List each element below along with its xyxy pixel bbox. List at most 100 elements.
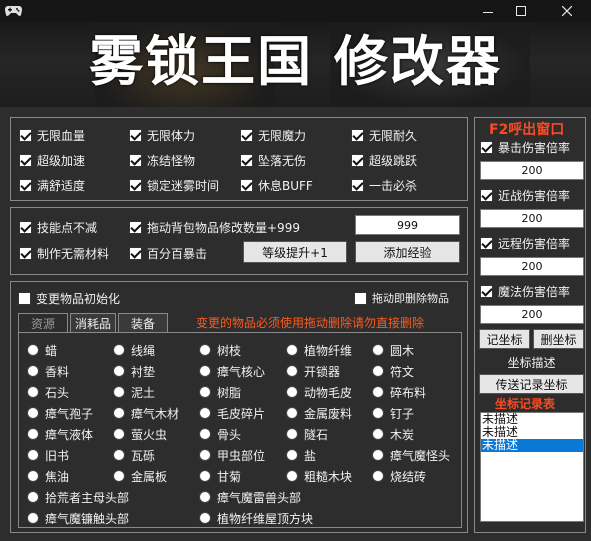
item-radio[interactable]: 甘菊 bbox=[199, 468, 241, 484]
cheat-checkbox[interactable]: 坠落无伤 bbox=[240, 152, 306, 168]
radio-button[interactable] bbox=[113, 407, 125, 419]
cheat-checkbox[interactable]: 休息BUFF bbox=[240, 177, 313, 193]
radio-button[interactable] bbox=[27, 449, 39, 461]
radio-button[interactable] bbox=[199, 470, 211, 482]
radio-button[interactable] bbox=[199, 512, 211, 524]
item-radio[interactable]: 萤火虫 bbox=[113, 426, 167, 442]
checkbox-box[interactable] bbox=[480, 188, 493, 202]
checkbox-box[interactable] bbox=[19, 153, 32, 167]
item-radio[interactable]: 木炭 bbox=[372, 426, 414, 442]
teleport-button[interactable]: 传送记录坐标 bbox=[479, 374, 584, 394]
radio-button[interactable] bbox=[27, 386, 39, 398]
item-radio[interactable]: 金属板 bbox=[113, 468, 167, 484]
item-init-checkbox[interactable]: 变更物品初始化 bbox=[18, 290, 120, 306]
record-coord-button[interactable]: 记坐标 bbox=[479, 329, 530, 349]
item-radio[interactable]: 瘴气魔镰触头部 bbox=[27, 510, 129, 526]
radio-button[interactable] bbox=[286, 407, 298, 419]
radio-button[interactable] bbox=[113, 365, 125, 377]
radio-button[interactable] bbox=[199, 428, 211, 440]
cheat-checkbox[interactable]: 超级加速 bbox=[19, 152, 85, 168]
multiplier-checkbox[interactable]: 远程伤害倍率 bbox=[480, 235, 570, 251]
radio-button[interactable] bbox=[27, 428, 39, 440]
tab-consumables[interactable]: 消耗品 bbox=[70, 313, 116, 333]
checkbox-box[interactable] bbox=[351, 153, 364, 167]
item-radio[interactable]: 毛皮碎片 bbox=[199, 405, 265, 421]
checkbox-box[interactable] bbox=[240, 178, 253, 192]
cheat-checkbox[interactable]: 冻结怪物 bbox=[129, 152, 195, 168]
item-radio[interactable]: 树枝 bbox=[199, 342, 241, 358]
close-button[interactable] bbox=[552, 0, 582, 22]
radio-button[interactable] bbox=[286, 470, 298, 482]
item-radio[interactable]: 瘴气液体 bbox=[27, 426, 93, 442]
item-radio[interactable]: 金属废料 bbox=[286, 405, 352, 421]
multiplier-input[interactable]: 200 bbox=[480, 209, 584, 228]
item-radio[interactable]: 石头 bbox=[27, 384, 69, 400]
coord-record-list[interactable]: 未描述 未描述 未描述 bbox=[480, 412, 584, 522]
item-radio[interactable]: 植物纤维 bbox=[286, 342, 352, 358]
add-exp-button[interactable]: 添加经验 bbox=[355, 241, 460, 263]
item-radio[interactable]: 瘴气魔雷兽头部 bbox=[199, 489, 301, 505]
cheat-checkbox[interactable]: 锁定迷雾时间 bbox=[129, 177, 219, 193]
item-radio[interactable]: 衬垫 bbox=[113, 363, 155, 379]
checkbox-box[interactable] bbox=[354, 291, 367, 305]
item-radio[interactable]: 香料 bbox=[27, 363, 69, 379]
checkbox-box[interactable] bbox=[129, 178, 142, 192]
radio-button[interactable] bbox=[199, 344, 211, 356]
multiplier-input[interactable]: 200 bbox=[480, 161, 584, 180]
checkbox-box[interactable] bbox=[19, 220, 32, 234]
checkbox-box[interactable] bbox=[351, 178, 364, 192]
radio-button[interactable] bbox=[372, 470, 384, 482]
item-radio[interactable]: 符文 bbox=[372, 363, 414, 379]
radio-button[interactable] bbox=[372, 386, 384, 398]
radio-button[interactable] bbox=[27, 512, 39, 524]
item-radio[interactable]: 焦油 bbox=[27, 468, 69, 484]
item-radio[interactable]: 瘴气孢子 bbox=[27, 405, 93, 421]
radio-button[interactable] bbox=[113, 470, 125, 482]
no-materials-checkbox[interactable]: 制作无需材料 bbox=[19, 245, 109, 261]
cheat-checkbox[interactable]: 无限耐久 bbox=[351, 127, 417, 143]
radio-button[interactable] bbox=[113, 449, 125, 461]
checkbox-box[interactable] bbox=[351, 128, 364, 142]
radio-button[interactable] bbox=[286, 428, 298, 440]
radio-button[interactable] bbox=[286, 449, 298, 461]
level-up-button[interactable]: 等级提升+1 bbox=[243, 241, 347, 263]
radio-button[interactable] bbox=[27, 407, 39, 419]
item-radio[interactable]: 瘴气核心 bbox=[199, 363, 265, 379]
radio-button[interactable] bbox=[27, 365, 39, 377]
checkbox-box[interactable] bbox=[129, 246, 142, 260]
item-radio[interactable]: 瓦砾 bbox=[113, 447, 155, 463]
checkbox-box[interactable] bbox=[480, 284, 493, 298]
checkbox-box[interactable] bbox=[18, 291, 31, 305]
radio-button[interactable] bbox=[372, 428, 384, 440]
radio-button[interactable] bbox=[199, 386, 211, 398]
radio-button[interactable] bbox=[27, 491, 39, 503]
checkbox-box[interactable] bbox=[19, 178, 32, 192]
item-radio[interactable]: 瘴气魔怪头 bbox=[372, 447, 450, 463]
cheat-checkbox[interactable]: 无限体力 bbox=[129, 127, 195, 143]
minimize-button[interactable] bbox=[473, 0, 503, 22]
item-radio[interactable]: 旧书 bbox=[27, 447, 69, 463]
checkbox-box[interactable] bbox=[240, 128, 253, 142]
radio-button[interactable] bbox=[27, 344, 39, 356]
radio-button[interactable] bbox=[113, 386, 125, 398]
tab-equipment[interactable]: 装备 bbox=[118, 313, 168, 333]
radio-button[interactable] bbox=[113, 428, 125, 440]
no-skill-cost-checkbox[interactable]: 技能点不减 bbox=[19, 219, 97, 235]
item-radio[interactable]: 隧石 bbox=[286, 426, 328, 442]
drag-delete-checkbox[interactable]: 拖动即删除物品 bbox=[354, 290, 449, 306]
checkbox-box[interactable] bbox=[240, 153, 253, 167]
radio-button[interactable] bbox=[286, 365, 298, 377]
item-radio[interactable]: 钉子 bbox=[372, 405, 414, 421]
item-radio[interactable]: 线绳 bbox=[113, 342, 155, 358]
item-radio[interactable]: 泥土 bbox=[113, 384, 155, 400]
radio-button[interactable] bbox=[372, 449, 384, 461]
radio-button[interactable] bbox=[199, 407, 211, 419]
multiplier-checkbox[interactable]: 近战伤害倍率 bbox=[480, 187, 570, 203]
radio-button[interactable] bbox=[199, 365, 211, 377]
item-radio[interactable]: 粗糙木块 bbox=[286, 468, 352, 484]
radio-button[interactable] bbox=[199, 449, 211, 461]
list-item[interactable]: 未描述 bbox=[481, 439, 583, 452]
radio-button[interactable] bbox=[286, 344, 298, 356]
cheat-checkbox[interactable]: 无限魔力 bbox=[240, 127, 306, 143]
item-radio[interactable]: 甲虫部位 bbox=[199, 447, 265, 463]
